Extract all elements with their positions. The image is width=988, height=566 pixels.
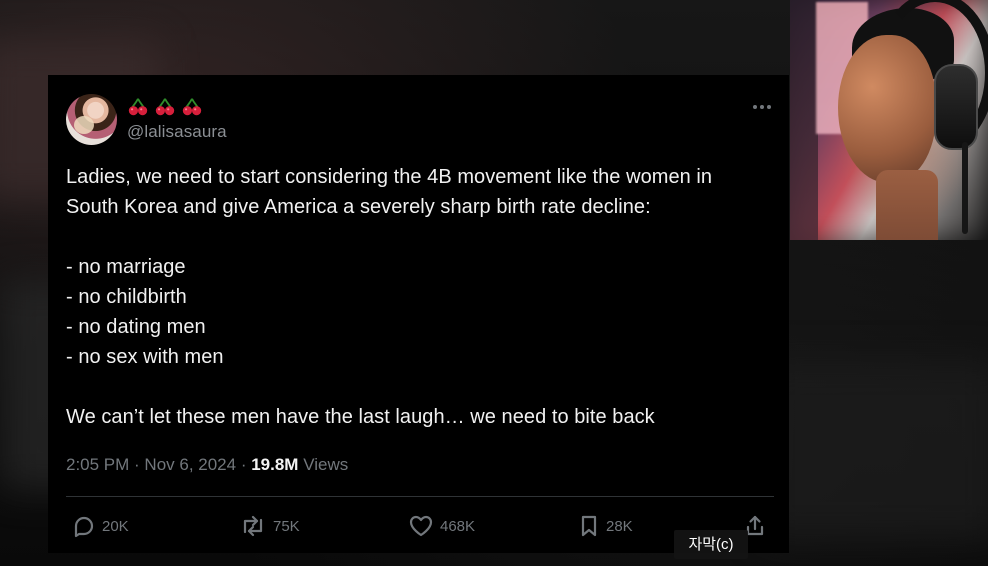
tweet-card: @lalisasaura Ladies, we need to start co… <box>48 75 789 553</box>
meta-separator: · <box>129 455 145 474</box>
tweet-text: Ladies, we need to start considering the… <box>66 162 776 432</box>
bookmark-icon <box>581 515 597 537</box>
tweet-line: - no dating men <box>66 316 206 338</box>
heart-icon <box>409 515 433 537</box>
tweet-line: - no sex with men <box>66 346 224 368</box>
tweet-metadata: 2:05 PM · Nov 6, 2024 · 19.8M Views <box>66 455 348 475</box>
tweet-action-bar: 20K 75K 468K 28K <box>72 512 772 540</box>
views-label: Views <box>303 455 349 474</box>
microphone-cable <box>962 142 968 234</box>
repost-button[interactable]: 75K <box>239 512 300 540</box>
subtitles-button[interactable]: 자막(c) <box>674 530 748 559</box>
views-count[interactable]: 19.8M <box>251 455 298 474</box>
streamer-webcam <box>790 0 988 240</box>
webcam-background <box>790 0 818 240</box>
tweet-divider <box>66 496 774 497</box>
bookmark-button[interactable]: 28K <box>578 512 633 540</box>
tweet-date[interactable]: Nov 6, 2024 <box>144 455 236 474</box>
reply-count: 20K <box>102 517 129 535</box>
cherry-icon <box>182 98 202 116</box>
repost-icon <box>243 515 263 537</box>
streamer-neck <box>876 170 938 240</box>
video-frame: @lalisasaura Ladies, we need to start co… <box>0 0 988 566</box>
cherry-icon <box>128 98 148 116</box>
tweet-line: - no childbirth <box>66 286 187 308</box>
repost-count: 75K <box>273 517 300 535</box>
user-handle[interactable]: @lalisasaura <box>127 122 227 142</box>
tweet-line: South Korea and give America a severely … <box>66 196 651 218</box>
like-button[interactable]: 468K <box>408 512 475 540</box>
tweet-line: We can’t let these men have the last lau… <box>66 406 655 428</box>
tweet-line <box>66 222 776 252</box>
display-name-emojis <box>127 95 203 119</box>
tweet-line: - no marriage <box>66 256 186 278</box>
meta-separator: · <box>236 455 252 474</box>
bookmark-count: 28K <box>606 517 633 535</box>
more-icon <box>753 105 771 109</box>
reply-button[interactable]: 20K <box>72 512 129 540</box>
tweet-line <box>66 372 776 402</box>
more-button[interactable] <box>749 95 775 119</box>
like-count: 468K <box>440 517 476 535</box>
reply-icon <box>74 516 94 538</box>
headphones-earcup <box>934 64 978 150</box>
avatar[interactable] <box>66 94 117 145</box>
tweet-time[interactable]: 2:05 PM <box>66 455 129 474</box>
background-blur <box>760 360 988 540</box>
cherry-icon <box>155 98 175 116</box>
tweet-line: Ladies, we need to start considering the… <box>66 166 713 188</box>
